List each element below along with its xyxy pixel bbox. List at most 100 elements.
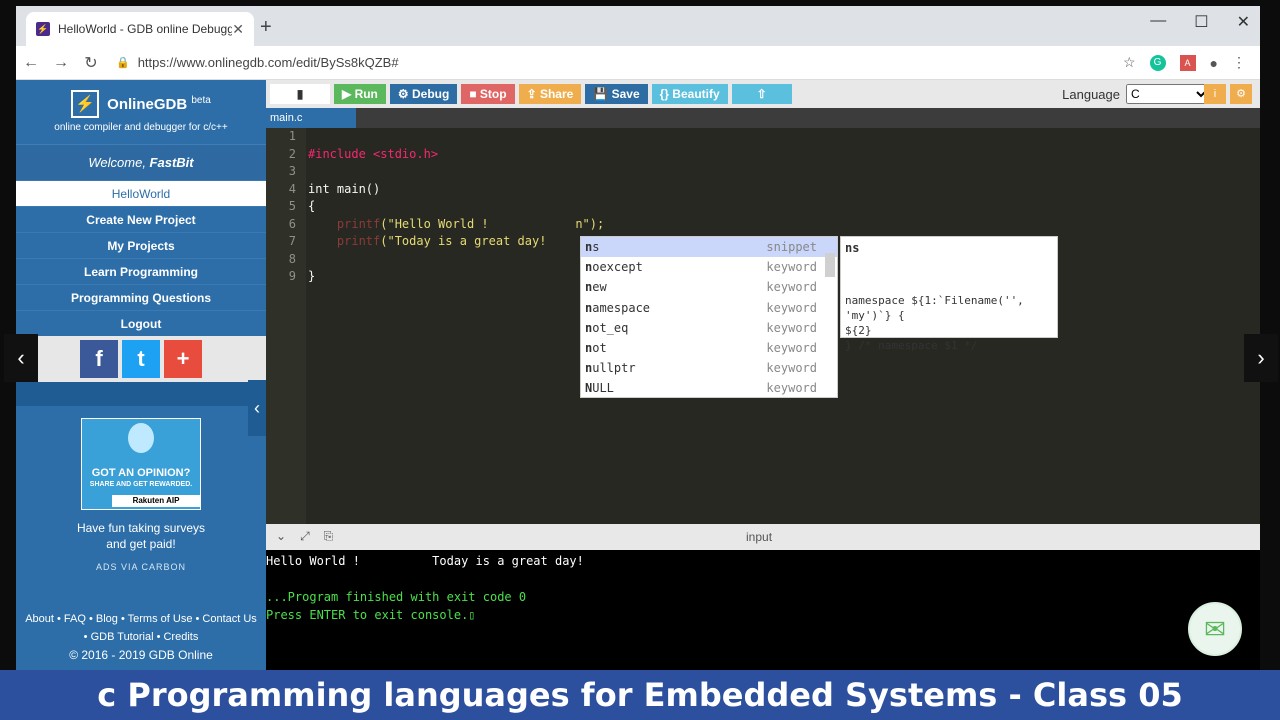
autocomplete-item[interactable]: ns snippet bbox=[581, 237, 837, 258]
tab-main-c[interactable]: main.c bbox=[266, 108, 356, 128]
autocomplete-doc-tooltip: ns namespace ${1:`Filename('', 'my')`} {… bbox=[840, 236, 1058, 352]
autocomplete-item[interactable]: namespace keyword bbox=[581, 298, 837, 318]
language-select[interactable]: C bbox=[1126, 84, 1210, 104]
sidebar-item-my-projects[interactable]: My Projects bbox=[16, 232, 266, 258]
sidebar-item-learn-programming[interactable]: Learn Programming bbox=[16, 258, 266, 284]
footer-links: About • FAQ • Blog • Terms of Use • Cont… bbox=[16, 604, 266, 670]
autocomplete-item[interactable]: noexcept keyword bbox=[581, 257, 837, 277]
copyright: © 2016 - 2019 GDB Online bbox=[69, 648, 213, 662]
facebook-icon[interactable]: f bbox=[80, 340, 118, 378]
new-file-icon[interactable]: ▮ bbox=[270, 84, 330, 104]
run-button[interactable]: ▶ Run bbox=[334, 84, 386, 104]
line-number: 2 bbox=[288, 146, 296, 161]
social-links: f t + bbox=[16, 336, 266, 382]
sidebar-item-create-project[interactable]: Create New Project bbox=[16, 206, 266, 232]
chevron-down-icon[interactable]: ⌄ bbox=[276, 529, 286, 544]
tab-bar: ⚡ HelloWorld - GDB online Debugg ✕ + — ☐… bbox=[16, 6, 1260, 46]
console-line: Press ENTER to exit console.▯ bbox=[266, 608, 476, 622]
close-tab-icon[interactable]: ✕ bbox=[232, 21, 244, 38]
browser-window: ⚡ HelloWorld - GDB online Debugg ✕ + — ☐… bbox=[16, 6, 1260, 670]
download-icon[interactable]: ⇧ bbox=[731, 84, 792, 104]
reload-icon[interactable]: ↻ bbox=[76, 53, 106, 73]
sidebar-spacer bbox=[16, 382, 266, 406]
line-number: 3 bbox=[288, 164, 296, 178]
language-selector: Language C bbox=[1062, 84, 1210, 104]
ad-image[interactable]: GOT AN OPINION? SHARE AND GET REWARDED. … bbox=[81, 418, 201, 510]
browser-tab[interactable]: ⚡ HelloWorld - GDB online Debugg ✕ bbox=[26, 12, 254, 46]
beautify-button[interactable]: {} Beautify bbox=[651, 84, 728, 104]
console-input-label: input bbox=[746, 530, 773, 544]
stop-button[interactable]: ■ Stop bbox=[461, 84, 515, 104]
mail-icon[interactable]: ✉ bbox=[1188, 602, 1242, 656]
line-number: 8 bbox=[288, 251, 296, 266]
line-gutter: 1 2 3 4 5 6 7 8 9 bbox=[266, 128, 306, 524]
close-window-icon[interactable]: ✕ bbox=[1237, 12, 1250, 32]
profile-icon[interactable]: ● bbox=[1210, 55, 1218, 71]
autocomplete-item[interactable]: not_eq keyword bbox=[581, 318, 837, 338]
info-icon[interactable]: i bbox=[1204, 84, 1226, 104]
welcome-text: Welcome, FastBit bbox=[16, 144, 266, 180]
tab-title: HelloWorld - GDB online Debugg bbox=[58, 22, 233, 36]
brand-name[interactable]: OnlineGDB beta bbox=[107, 95, 211, 113]
back-icon[interactable]: ← bbox=[16, 54, 46, 72]
autocomplete-item[interactable]: nullptr keyword bbox=[581, 358, 837, 378]
language-label: Language bbox=[1062, 86, 1120, 102]
autocomplete-item[interactable]: NULL keyword bbox=[581, 378, 837, 398]
lightbulb-icon bbox=[128, 423, 154, 453]
twitter-icon[interactable]: t bbox=[122, 340, 160, 378]
star-icon[interactable]: ☆ bbox=[1123, 54, 1136, 71]
footer-links-row1[interactable]: About • FAQ • Blog • Terms of Use • Cont… bbox=[20, 610, 262, 628]
doc-title: ns bbox=[845, 241, 860, 255]
next-slide-icon[interactable]: › bbox=[1244, 334, 1278, 382]
share-plus-icon[interactable]: + bbox=[164, 340, 202, 378]
copy-icon[interactable]: ⎘ bbox=[324, 529, 334, 544]
footer-links-row2[interactable]: • GDB Tutorial • Credits bbox=[20, 628, 262, 646]
video-title-banner: c Programming languages for Embedded Sys… bbox=[0, 670, 1280, 720]
sidebar-item-helloworld[interactable]: HelloWorld bbox=[16, 180, 266, 206]
code-lines: #include <stdio.h> int main() { printf("… bbox=[308, 128, 604, 286]
forward-icon[interactable]: → bbox=[46, 54, 76, 72]
share-button[interactable]: ⇪ Share bbox=[518, 84, 582, 104]
pdf-icon[interactable]: A bbox=[1179, 54, 1196, 71]
doc-line: } /* namespace $1 */ bbox=[845, 339, 978, 352]
maximize-icon[interactable]: ☐ bbox=[1194, 12, 1208, 32]
expand-icon[interactable]: ⤢ bbox=[300, 529, 310, 544]
console-output[interactable]: Hello World ! Today is a great day! ...P… bbox=[266, 550, 1260, 670]
sidebar: ⚡ OnlineGDB beta online compiler and deb… bbox=[16, 80, 266, 670]
ad-headline: GOT AN OPINION? bbox=[91, 467, 191, 479]
address-bar: ← → ↻ 🔒 https://www.onlinegdb.com/edit/B… bbox=[16, 46, 1260, 80]
console-header: ⌄ ⤢ ⎘ input bbox=[266, 524, 1260, 550]
prev-slide-icon[interactable]: ‹ bbox=[4, 334, 38, 382]
settings-gear-icon[interactable]: ⚙ bbox=[1230, 84, 1252, 104]
code-editor[interactable]: 1 2 3 4 5 6 7 8 9 #include <stdio.h> int… bbox=[266, 128, 1260, 524]
code-line: { bbox=[308, 199, 316, 213]
collapse-sidebar-icon[interactable]: ‹ bbox=[248, 380, 266, 436]
tagline: online compiler and debugger for c/c++ bbox=[54, 122, 228, 133]
autocomplete-scrollbar[interactable] bbox=[825, 253, 835, 277]
line-number: 4 bbox=[288, 181, 296, 196]
ad-text[interactable]: Have fun taking surveys and get paid! bbox=[16, 520, 266, 552]
ad-subheadline: SHARE AND GET REWARDED. bbox=[89, 481, 193, 488]
ad-via[interactable]: ADS VIA CARBON bbox=[16, 562, 266, 572]
new-tab-icon[interactable]: + bbox=[260, 16, 272, 39]
doc-line: ${2} bbox=[845, 324, 872, 337]
save-button[interactable]: 💾 Save bbox=[585, 84, 648, 104]
main-editor: ▮ ▶ Run ⚙ Debug ■ Stop ⇪ Share 💾 Save {}… bbox=[266, 80, 1260, 670]
debug-button[interactable]: ⚙ Debug bbox=[389, 84, 458, 104]
grammarly-icon[interactable]: G bbox=[1149, 54, 1166, 71]
url-field[interactable]: 🔒 https://www.onlinegdb.com/edit/BySs8kQ… bbox=[116, 55, 1123, 70]
menu-icon[interactable]: ⋮ bbox=[1232, 54, 1246, 71]
doc-line: namespace ${1:`Filename('', 'my')`} { bbox=[845, 294, 1024, 322]
lock-icon: 🔒 bbox=[116, 57, 130, 69]
minimize-icon[interactable]: — bbox=[1150, 12, 1166, 32]
autocomplete-item[interactable]: not keyword bbox=[581, 338, 837, 358]
ad-block[interactable]: GOT AN OPINION? SHARE AND GET REWARDED. … bbox=[16, 406, 266, 572]
sidebar-item-logout[interactable]: Logout bbox=[16, 310, 266, 336]
autocomplete-item[interactable]: new keyword bbox=[581, 277, 837, 297]
line-number: 9 bbox=[288, 269, 296, 283]
sidebar-item-programming-questions[interactable]: Programming Questions bbox=[16, 284, 266, 310]
page: ⚡ OnlineGDB beta online compiler and deb… bbox=[16, 80, 1260, 670]
